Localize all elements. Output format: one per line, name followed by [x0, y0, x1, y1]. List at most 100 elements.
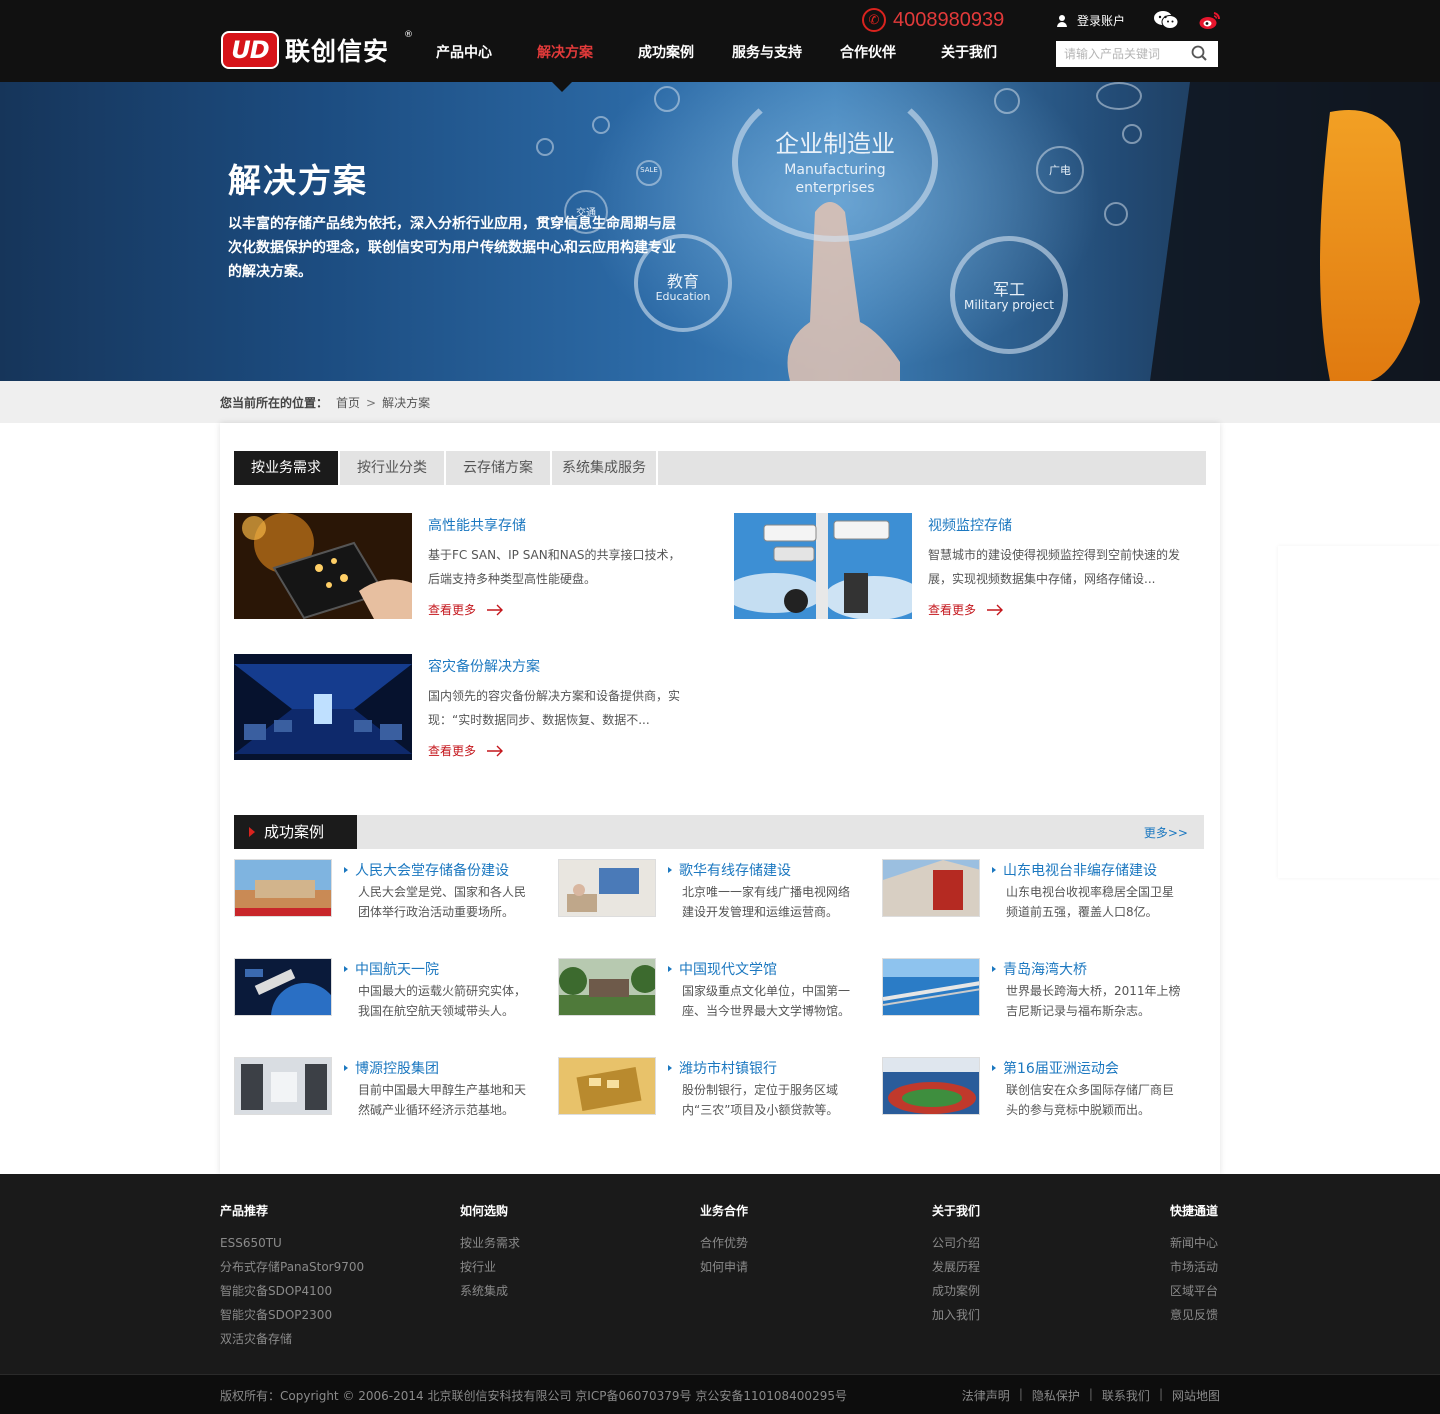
bubble-sale-3 — [1096, 82, 1142, 110]
footer-link[interactable]: 双活灾备存储 — [220, 1327, 364, 1351]
hotline-number: 4008980939 — [893, 8, 1005, 31]
case-image[interactable] — [234, 958, 332, 1016]
ring-manufacturing-cn: 企业制造业 — [775, 130, 895, 158]
case-image[interactable] — [882, 859, 980, 917]
search-input[interactable] — [1056, 41, 1186, 67]
case-image[interactable] — [234, 859, 332, 917]
footer-link[interactable]: 发展历程 — [932, 1255, 980, 1279]
bullet-icon — [344, 1065, 348, 1071]
solution-image[interactable] — [234, 513, 412, 619]
view-more-link[interactable]: 查看更多 — [428, 742, 504, 759]
case-title[interactable]: 山东电视台非编存储建设 — [992, 860, 1157, 880]
footer-link[interactable]: 成功案例 — [932, 1279, 980, 1303]
case-title[interactable]: 中国航天一院 — [344, 959, 439, 979]
footer-link[interactable]: 如何申请 — [700, 1255, 748, 1279]
nav-item-solutions[interactable]: 解决方案 — [514, 38, 616, 68]
view-more-link[interactable]: 查看更多 — [428, 601, 504, 618]
ring-education-en: Education — [655, 290, 711, 303]
solution-image[interactable] — [234, 654, 412, 760]
nav-item-products[interactable]: 产品中心 — [414, 38, 514, 68]
solution-title[interactable]: 容灾备份解决方案 — [428, 656, 540, 676]
footer-link[interactable]: 按业务需求 — [460, 1231, 520, 1255]
case-image[interactable] — [882, 958, 980, 1016]
footer-link[interactable]: 分布式存储PanaStor9700 — [220, 1255, 364, 1279]
bullet-icon — [668, 966, 672, 972]
bubble-sale-5 — [1104, 202, 1128, 226]
bullet-icon — [344, 867, 348, 873]
legal-link-privacy[interactable]: 隐私保护 — [1032, 1387, 1080, 1404]
arrow-right-icon — [487, 604, 504, 615]
case-title-text: 人民大会堂存储备份建设 — [355, 863, 509, 879]
breadcrumb-home[interactable]: 首页 — [336, 394, 360, 411]
bubble-sale-7 — [536, 138, 554, 156]
footer-link[interactable]: 智能灾备SDOP4100 — [220, 1279, 364, 1303]
bubble-broadcast-label: 广电 — [1049, 164, 1071, 177]
case-item: 山东电视台非编存储建设 山东电视台收视率稳居全国卫星频道前五强，覆盖人口8亿。 — [882, 859, 1182, 923]
footer-link[interactable]: 合作优势 — [700, 1231, 748, 1255]
legal-link-statement[interactable]: 法律声明 — [962, 1387, 1010, 1404]
case-title[interactable]: 潍坊市村镇银行 — [668, 1058, 777, 1078]
login-link[interactable]: 登录账户 — [1055, 12, 1125, 29]
search-icon[interactable] — [1186, 41, 1212, 67]
case-title[interactable]: 第16届亚洲运动会 — [992, 1058, 1119, 1078]
tab-cloud-storage[interactable]: 云存储方案 — [446, 451, 552, 485]
case-description: 世界最长跨海大桥，2011年上榜吉尼斯记录与福布斯杂志。 — [1006, 984, 1181, 1018]
footer-link[interactable]: 公司介绍 — [932, 1231, 980, 1255]
breadcrumb-current: 解决方案 — [382, 396, 431, 410]
nav-item-partners[interactable]: 合作伙伴 — [818, 38, 918, 68]
footer-link[interactable]: 智能灾备SDOP2300 — [220, 1303, 364, 1327]
footer-link[interactable]: ESS650TU — [220, 1231, 364, 1255]
footer-link[interactable]: 新闻中心 — [1170, 1231, 1218, 1255]
footer-link[interactable]: 意见反馈 — [1170, 1303, 1218, 1327]
case-title[interactable]: 博源控股集团 — [344, 1058, 439, 1078]
nav-item-cases[interactable]: 成功案例 — [616, 38, 716, 68]
legal-separator: | — [1088, 1387, 1093, 1401]
footer-link[interactable]: 系统集成 — [460, 1279, 520, 1303]
nav-item-about[interactable]: 关于我们 — [918, 38, 1020, 68]
case-description: 山东电视台收视率稳居全国卫星频道前五强，覆盖人口8亿。 — [1006, 885, 1175, 919]
case-description: 人民大会堂是党、国家和各人民团体举行政治活动重要场所。 — [358, 885, 527, 919]
case-image[interactable] — [558, 859, 656, 917]
site-logo[interactable]: UD 联创信安 — [221, 30, 413, 70]
arrow-right-icon — [487, 745, 504, 756]
logo-badge: UD — [221, 31, 279, 69]
case-image[interactable] — [558, 1057, 656, 1115]
tab-system-integration[interactable]: 系统集成服务 — [552, 451, 658, 485]
case-title[interactable]: 人民大会堂存储备份建设 — [344, 860, 509, 880]
footer-link[interactable]: 加入我们 — [932, 1303, 980, 1327]
case-image[interactable] — [558, 958, 656, 1016]
case-title-text: 山东电视台非编存储建设 — [1003, 863, 1157, 879]
case-item: 潍坊市村镇银行 股份制银行，定位于服务区域内“三农”项目及小额贷款等。 — [558, 1057, 858, 1121]
case-description: 股份制银行，定位于服务区域内“三农”项目及小额贷款等。 — [682, 1083, 839, 1117]
logo-registered-mark: ® — [404, 30, 413, 40]
wechat-icon[interactable] — [1153, 10, 1179, 30]
footer-link[interactable]: 区域平台 — [1170, 1279, 1218, 1303]
ring-military-cn: 军工 — [992, 280, 1025, 299]
case-title[interactable]: 青岛海湾大桥 — [992, 959, 1087, 979]
case-item: 人民大会堂存储备份建设 人民大会堂是党、国家和各人民团体举行政治活动重要场所。 — [234, 859, 534, 923]
nav-item-services[interactable]: 服务与支持 — [716, 38, 818, 68]
footer-link[interactable]: 市场活动 — [1170, 1255, 1218, 1279]
solution-title[interactable]: 高性能共享存储 — [428, 515, 526, 535]
case-title[interactable]: 中国现代文学馆 — [668, 959, 777, 979]
legal-link-sitemap[interactable]: 网站地图 — [1172, 1387, 1220, 1404]
bubble-sale-1-label: SALE — [640, 166, 658, 174]
case-image[interactable] — [234, 1057, 332, 1115]
weibo-icon[interactable] — [1199, 10, 1221, 30]
solution-title[interactable]: 视频监控存储 — [928, 515, 1012, 535]
case-image[interactable] — [882, 1057, 980, 1115]
tab-by-industry[interactable]: 按行业分类 — [340, 451, 446, 485]
legal-link-contact[interactable]: 联系我们 — [1102, 1387, 1150, 1404]
footer-link[interactable]: 按行业 — [460, 1255, 520, 1279]
breadcrumb-label: 您当前所在的位置： — [220, 396, 329, 410]
cases-more-link[interactable]: 更多>> — [1144, 824, 1188, 841]
case-title-text: 第16届亚洲运动会 — [1003, 1061, 1119, 1077]
solution-description: 智慧城市的建设使得视频监控得到空前快速的发展，实现视频数据集中存储，网络存储设.… — [928, 548, 1181, 586]
hotline: ✆ 4008980939 — [862, 8, 1004, 32]
view-more-link[interactable]: 查看更多 — [928, 601, 1004, 618]
case-title[interactable]: 歌华有线存储建设 — [668, 860, 791, 880]
solution-image[interactable] — [734, 513, 912, 619]
case-description: 目前中国最大甲醇生产基地和天然碱产业循环经济示范基地。 — [358, 1083, 527, 1117]
case-description: 中国最大的运载火箭研究实体，我国在航空航天领域带头人。 — [358, 984, 527, 1018]
tab-by-business[interactable]: 按业务需求 — [234, 451, 340, 485]
